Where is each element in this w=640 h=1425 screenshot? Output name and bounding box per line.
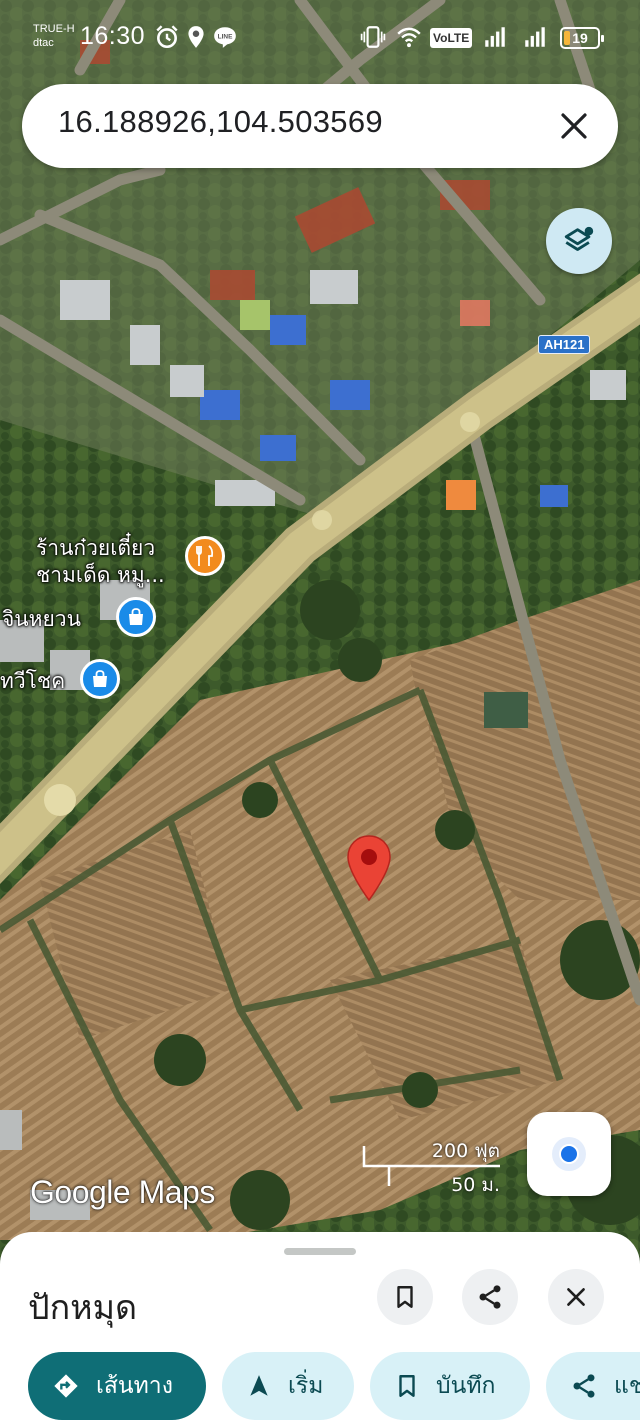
start-chip[interactable]: เริ่ม — [222, 1352, 354, 1420]
poi-label-jinyuan[interactable]: จินหยวน — [2, 606, 81, 633]
navigate-icon — [250, 1375, 268, 1396]
signal-icon-2 — [525, 27, 545, 47]
dropped-pin-marker[interactable] — [346, 834, 392, 902]
close-icon[interactable] — [554, 106, 594, 146]
carrier-2: dtac — [33, 37, 54, 49]
alarm-icon — [156, 25, 178, 49]
poi-label-thawichok[interactable]: ทวีโชค — [0, 668, 65, 695]
bookmark-icon — [399, 1375, 415, 1397]
volte-badge: VoLTE — [430, 28, 473, 48]
svg-text:LINE: LINE — [218, 34, 233, 41]
save-place-button[interactable] — [377, 1269, 433, 1325]
share-place-button[interactable] — [462, 1269, 518, 1325]
directions-label: เส้นทาง — [96, 1373, 173, 1399]
save-chip[interactable]: บันทึก — [370, 1352, 530, 1420]
share-icon — [479, 1285, 501, 1309]
close-sheet-button[interactable] — [548, 1269, 604, 1325]
signal-icon — [485, 27, 505, 47]
my-location-button[interactable] — [527, 1112, 611, 1196]
satellite-map[interactable]: TRUE-H dtac 16:30 LINE VoLTE 19 16.18892… — [0, 0, 640, 1425]
save-label: บันทึก — [436, 1373, 496, 1399]
share-chip[interactable]: แช — [546, 1352, 640, 1420]
sheet-drag-handle[interactable] — [284, 1248, 356, 1255]
shopping-bag-icon — [129, 608, 143, 625]
status-bar: TRUE-H dtac 16:30 LINE VoLTE 19 — [0, 0, 640, 72]
wifi-icon — [397, 27, 421, 48]
share-icon — [573, 1374, 595, 1398]
directions-icon — [54, 1374, 78, 1398]
poi-pin-restaurant[interactable] — [185, 536, 225, 576]
layers-button[interactable] — [546, 208, 612, 274]
bookmark-icon — [397, 1286, 413, 1308]
vibrate-icon — [360, 26, 386, 48]
scale-meters: 50 ม. — [451, 1174, 500, 1196]
poi-pin-jinyuan[interactable] — [116, 597, 156, 637]
location-icon — [188, 26, 204, 48]
action-chips: เส้นทาง เริ่ม บันทึก แช — [28, 1352, 640, 1422]
line-app-icon: LINE — [214, 27, 236, 48]
battery-level: 19 — [572, 30, 588, 46]
google-maps-watermark: Google Maps — [30, 1174, 215, 1210]
poi-name-line2: ชามเด็ด หมู... — [36, 563, 165, 587]
scale-feet: 200 ฟุต — [431, 1140, 500, 1162]
restaurant-icon — [196, 545, 214, 566]
place-bottom-sheet[interactable]: ปักหมุด เส้นทาง เริ่ม บันทึก แช — [0, 1232, 640, 1425]
sheet-title: ปักหมุด — [28, 1288, 138, 1328]
close-icon — [567, 1288, 585, 1306]
poi-label-restaurant[interactable]: ร้านก๋วยเตี๋ยว ชามเด็ด หมู... — [36, 535, 165, 589]
battery-indicator: 19 — [560, 27, 604, 49]
directions-chip[interactable]: เส้นทาง — [28, 1352, 206, 1420]
share-label: แช — [614, 1373, 640, 1399]
my-location-icon — [559, 1144, 579, 1164]
map-scale: 200 ฟุต 50 ม. — [362, 1134, 502, 1196]
carrier-label: TRUE-H dtac — [33, 22, 75, 50]
poi-name-line1: ร้านก๋วยเตี๋ยว — [36, 536, 156, 560]
satellite-imagery — [0, 0, 640, 1425]
layers-icon — [564, 226, 594, 251]
road-shield-ah121: AH121 — [538, 335, 591, 354]
search-bar[interactable]: 16.188926,104.503569 — [22, 84, 618, 168]
carrier-1: TRUE-H — [33, 23, 75, 35]
search-query[interactable]: 16.188926,104.503569 — [58, 104, 383, 140]
poi-pin-thawichok[interactable] — [80, 659, 120, 699]
start-label: เริ่ม — [288, 1373, 324, 1399]
shopping-bag-icon — [93, 670, 107, 687]
clock: 16:30 — [80, 22, 146, 50]
